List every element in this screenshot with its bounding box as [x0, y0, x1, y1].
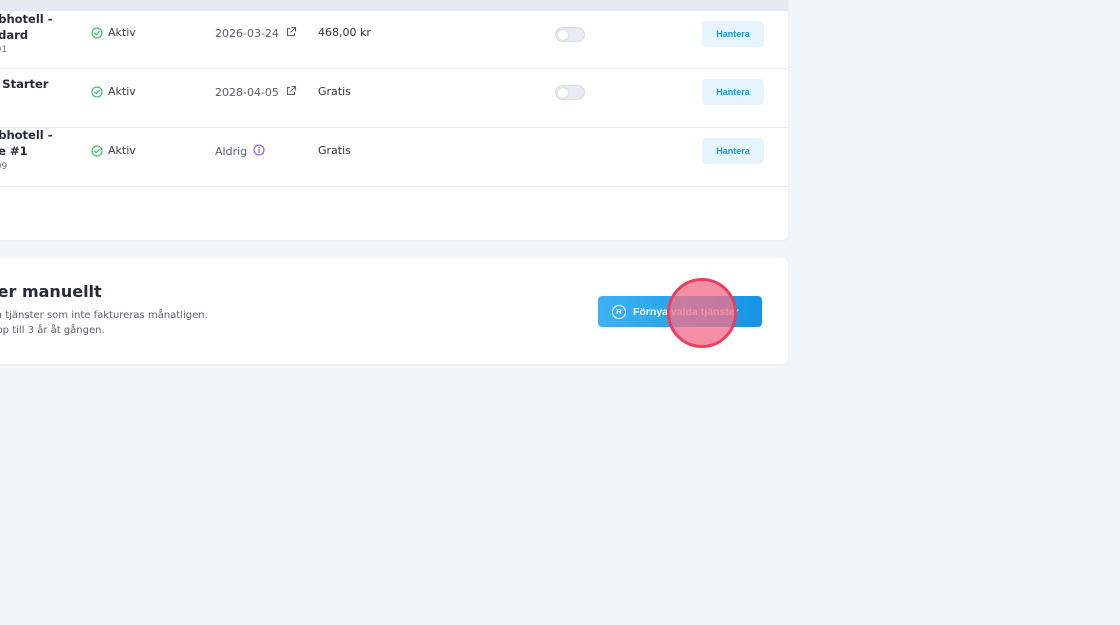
check-circle-icon — [91, 26, 103, 39]
table-header — [0, 0, 788, 11]
section-title: ter manuellt — [0, 282, 102, 301]
table-row: bbhotell - ne #1 209 Aktiv Aldrig Gratis… — [0, 128, 788, 187]
renew-icon: R — [612, 304, 626, 319]
status-cell: Aktiv — [91, 26, 136, 39]
external-link-icon[interactable] — [285, 26, 297, 41]
info-icon[interactable] — [253, 144, 265, 159]
expiry-cell: 2026-03-24 — [215, 26, 297, 41]
manage-button[interactable]: Hantera — [702, 21, 764, 47]
auto-renew-toggle[interactable] — [555, 27, 585, 42]
status-cell: Aktiv — [91, 144, 136, 157]
toggle-knob — [558, 30, 568, 40]
service-name: bbhotell - — [0, 12, 53, 26]
expiry-cell: 2028-04-05 — [215, 85, 297, 100]
service-id: 091 — [0, 45, 8, 55]
section-description: upp till 3 år åt gången. — [0, 325, 105, 336]
auto-renew-toggle[interactable] — [555, 85, 585, 100]
check-circle-icon — [91, 144, 103, 157]
status-label: Aktiv — [108, 144, 136, 157]
price-cell: Gratis — [318, 144, 351, 157]
price-cell: 468,00 kr — [318, 26, 371, 39]
service-name: bbhotell - — [0, 128, 53, 142]
status-cell: Aktiv — [91, 85, 136, 98]
price-cell: Gratis — [318, 85, 351, 98]
expiry-cell: Aldrig — [215, 144, 265, 159]
expiry-date: Aldrig — [215, 145, 248, 158]
service-name: ndard — [0, 28, 29, 42]
status-label: Aktiv — [108, 85, 136, 98]
status-label: Aktiv — [108, 26, 136, 39]
service-name: S Starter — [0, 77, 49, 91]
external-link-icon[interactable] — [285, 85, 297, 100]
expiry-date: 2028-04-05 — [215, 86, 279, 99]
click-indicator — [667, 278, 737, 348]
expiry-date: 2026-03-24 — [215, 27, 279, 40]
service-name: ne #1 — [0, 144, 28, 158]
service-id: 209 — [0, 162, 8, 172]
manage-button[interactable]: Hantera — [702, 138, 764, 164]
toggle-knob — [558, 88, 568, 98]
services-table-card: bbhotell - ndard 091 Aktiv 2026-03-24 46… — [0, 0, 788, 240]
table-row: S Starter Aktiv 2028-04-05 Gratis Hanter… — [0, 70, 788, 128]
check-circle-icon — [91, 85, 103, 98]
manage-button[interactable]: Hantera — [702, 79, 764, 105]
table-row: bbhotell - ndard 091 Aktiv 2026-03-24 46… — [0, 11, 788, 69]
section-description: ya tjänster som inte faktureras månatlig… — [0, 310, 208, 321]
